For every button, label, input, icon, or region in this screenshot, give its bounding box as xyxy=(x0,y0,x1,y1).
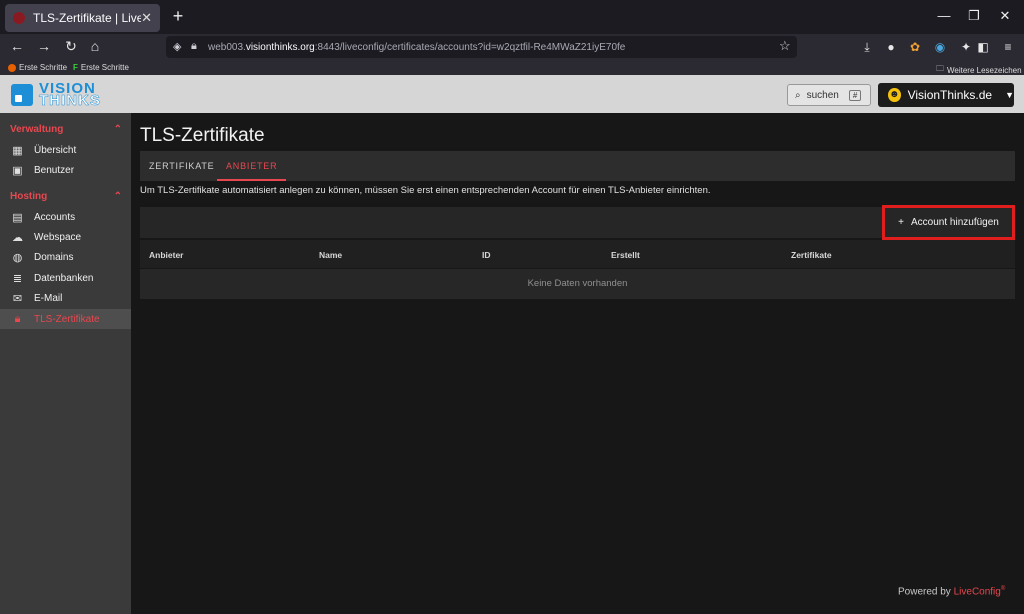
sidebar-item-label: Accounts xyxy=(34,211,76,223)
menu-icon[interactable]: ≡ xyxy=(1001,40,1015,54)
column-header-erstellt[interactable]: Erstellt xyxy=(611,250,640,260)
powered-by-label: Powered by xyxy=(898,586,951,598)
empty-table-message: Keine Daten vorhanden xyxy=(140,269,1015,299)
chevron-down-icon: ▼ xyxy=(1005,90,1014,100)
new-tab-icon[interactable]: + xyxy=(168,6,188,27)
url-rest: :8443/liveconfig/certificates/accounts?i… xyxy=(314,41,626,53)
sidebar-item-webspace[interactable]: ☁ Webspace xyxy=(0,227,131,247)
section-label: Hosting xyxy=(10,191,48,202)
logo-icon xyxy=(11,84,33,106)
lock-icon: 🔒︎ xyxy=(14,312,21,325)
url-bar[interactable]: web003. visionthinks.org:8443/liveconfig/… xyxy=(166,36,797,58)
sync-icon[interactable]: ◧ xyxy=(976,40,990,54)
mail-icon: ✉ xyxy=(12,292,23,305)
home-icon[interactable]: ⌂ xyxy=(86,38,104,54)
section-label: Verwaltung xyxy=(10,124,64,135)
browser-tab-bar: TLS-Zertifikate | LiveConfig ✕ + — ❐ ✕ xyxy=(0,0,1024,34)
brand-link[interactable]: LiveConfig xyxy=(954,586,1001,597)
sidebar-item-domains[interactable]: ◍ Domains xyxy=(0,247,131,267)
profile-icon[interactable]: ● xyxy=(884,40,898,54)
accounts-icon: ▤ xyxy=(12,211,23,224)
powered-by: Powered by LiveConfig® xyxy=(898,586,1005,597)
user-card-icon: ▣ xyxy=(12,164,23,177)
smiley-icon: ☻ xyxy=(888,88,901,102)
forward-icon[interactable]: → xyxy=(35,38,53,54)
bookmark-star-icon[interactable]: ☆ xyxy=(779,38,791,54)
bookmark-label: Erste Schritte xyxy=(19,63,68,72)
plus-icon: + xyxy=(898,217,904,228)
sidebar-item-datenbanken[interactable]: ≣ Datenbanken xyxy=(0,268,131,288)
column-header-anbieter[interactable]: Anbieter xyxy=(149,250,183,260)
bookmark-item[interactable]: Erste Schritte xyxy=(8,63,67,72)
download-icon[interactable]: ⤓ xyxy=(860,40,874,55)
account-dropdown[interactable]: ☻ VisionThinks.de ▼ xyxy=(878,83,1014,107)
minimize-icon[interactable]: — xyxy=(936,8,952,23)
search-shortcut: # xyxy=(848,89,862,101)
dashboard-icon: ▦ xyxy=(12,144,23,157)
sidebar-item-benutzer[interactable]: ▣ Benutzer xyxy=(0,160,131,180)
chevron-up-icon: ⌃ xyxy=(113,191,122,202)
search-icon: ⌕ xyxy=(795,89,801,101)
extensions-icon[interactable]: ✦ xyxy=(959,40,973,54)
reload-icon[interactable]: ↻ xyxy=(62,38,80,55)
column-header-name[interactable]: Name xyxy=(319,250,342,260)
bookmark-item[interactable]: F Erste Schritte xyxy=(73,63,129,72)
url-prefix: web003. xyxy=(208,41,246,53)
sidebar-item-accounts[interactable]: ▤ Accounts xyxy=(0,207,131,227)
bookmark-label: Erste Schritte xyxy=(80,63,129,72)
tab-close-icon[interactable]: ✕ xyxy=(141,10,152,26)
sidebar-item-label: TLS-Zertifikate xyxy=(34,313,100,325)
favicon-icon xyxy=(13,12,25,24)
search-label: suchen xyxy=(806,89,839,101)
table-header: Anbieter Name ID Erstellt Zertifikate xyxy=(140,240,1015,268)
cloud-icon: ☁ xyxy=(12,231,23,244)
url-host: visionthinks.org xyxy=(245,41,315,53)
tab-anbieter[interactable]: ANBIETER xyxy=(217,151,287,181)
sidebar: Verwaltung ⌃ ▦ Übersicht ▣ Benutzer Host… xyxy=(0,113,131,614)
shield-icon[interactable]: ◈ xyxy=(173,40,181,53)
info-text: Um TLS-Zertifikate automatisiert anlegen… xyxy=(140,185,711,196)
page-title: TLS-Zertifikate xyxy=(140,125,265,146)
browser-tab[interactable]: TLS-Zertifikate | LiveConfig ✕ xyxy=(5,4,160,32)
tab-bar: ZERTIFIKATE ANBIETER xyxy=(140,151,1015,181)
logo[interactable]: VISION THINKS xyxy=(11,81,101,109)
sidebar-item-label: Übersicht xyxy=(34,144,77,156)
account-name: VisionThinks.de xyxy=(907,88,993,102)
restore-icon[interactable]: ❐ xyxy=(966,8,982,24)
lock-icon[interactable]: 🔒︎ xyxy=(191,40,197,53)
sidebar-item-label: Domains xyxy=(34,251,74,263)
other-bookmarks-label: Weitere Lesezeichen xyxy=(947,65,1022,75)
sidebar-section-verwaltung[interactable]: Verwaltung ⌃ xyxy=(10,124,122,135)
sidebar-item-label: Benutzer xyxy=(34,164,75,176)
database-icon: ≣ xyxy=(12,272,23,285)
sidebar-item-label: E-Mail xyxy=(34,292,63,304)
sidebar-item-tls-zertifikate[interactable]: 🔒︎ TLS-Zertifikate xyxy=(0,309,131,329)
flag-icon: F xyxy=(73,63,78,72)
chevron-up-icon: ⌃ xyxy=(113,124,122,135)
sidebar-section-hosting[interactable]: Hosting ⌃ xyxy=(10,191,122,202)
add-account-label: Account hinzufügen xyxy=(911,217,999,228)
window-close-icon[interactable]: ✕ xyxy=(997,8,1013,24)
firefox-icon xyxy=(8,63,16,72)
extension2-icon[interactable]: ◉ xyxy=(933,40,947,54)
back-icon[interactable]: ← xyxy=(8,38,26,54)
search-button[interactable]: ⌕ suchen # xyxy=(787,84,871,106)
tab-title: TLS-Zertifikate | LiveConfig xyxy=(33,11,142,25)
bookmarks-bar: Erste Schritte F Erste Schritte 🗀︎ Weite… xyxy=(0,60,1024,75)
logo-line2: THINKS xyxy=(39,92,101,109)
tab-zertifikate[interactable]: ZERTIFIKATE xyxy=(140,151,223,181)
sidebar-item-email[interactable]: ✉ E-Mail xyxy=(0,288,131,308)
sidebar-item-label: Datenbanken xyxy=(34,272,94,284)
column-header-id[interactable]: ID xyxy=(482,250,491,260)
registered-mark: ® xyxy=(1000,586,1006,592)
extension-icon[interactable]: ✿ xyxy=(908,40,922,54)
add-account-button[interactable]: + Account hinzufügen xyxy=(882,205,1015,240)
sidebar-item-label: Webspace xyxy=(34,231,82,243)
globe-icon: ◍ xyxy=(12,251,23,264)
column-header-zertifikate[interactable]: Zertifikate xyxy=(791,250,832,260)
sidebar-item-uebersicht[interactable]: ▦ Übersicht xyxy=(0,140,131,160)
